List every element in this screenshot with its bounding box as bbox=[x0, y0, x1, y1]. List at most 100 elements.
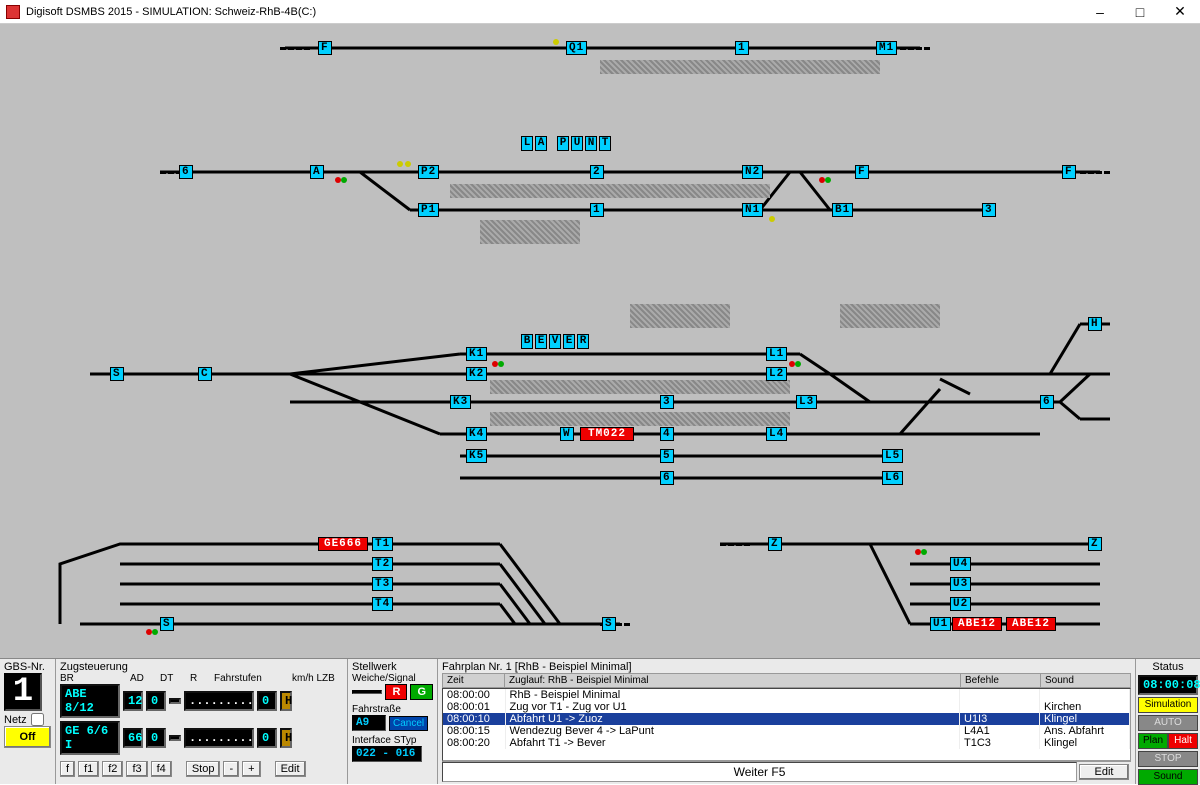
stellwerk-label: Stellwerk bbox=[352, 661, 433, 673]
weiter-button[interactable]: Weiter F5 bbox=[442, 762, 1077, 782]
global-stop-button[interactable]: STOP bbox=[1138, 751, 1198, 767]
timetable-row[interactable]: 08:00:01Zug vor T1 - Zug vor U1Kirchen bbox=[443, 701, 1130, 713]
f3-button[interactable]: f3 bbox=[126, 761, 147, 777]
halt-button[interactable]: Halt bbox=[1168, 733, 1198, 749]
sig-Sb2[interactable]: S bbox=[602, 617, 616, 631]
platform bbox=[480, 220, 580, 244]
sig-N2[interactable]: N2 bbox=[742, 165, 763, 179]
timetable-row[interactable]: 08:00:10Abfahrt U1 -> ZuozU1I3Klingel bbox=[443, 713, 1130, 725]
interface-field[interactable]: 022 - 016 bbox=[352, 746, 422, 762]
sig-3[interactable]: 3 bbox=[982, 203, 996, 217]
sig-4[interactable]: 4 bbox=[660, 427, 674, 441]
off-button[interactable]: Off bbox=[4, 726, 51, 748]
sig-N1[interactable]: N1 bbox=[742, 203, 763, 217]
sig-L1[interactable]: L1 bbox=[766, 347, 787, 361]
sig-K4[interactable]: K4 bbox=[466, 427, 487, 441]
timetable-row[interactable]: 08:00:00RhB - Beispiel Minimal bbox=[443, 689, 1130, 701]
sig-Q1[interactable]: Q1 bbox=[566, 41, 587, 55]
sig-M1[interactable]: M1 bbox=[876, 41, 897, 55]
sound-button[interactable]: Sound bbox=[1138, 769, 1198, 785]
f4-button[interactable]: f4 bbox=[151, 761, 172, 777]
netz-checkbox[interactable] bbox=[31, 713, 44, 726]
sig-U1[interactable]: U1 bbox=[930, 617, 951, 631]
sig-P2[interactable]: P2 bbox=[418, 165, 439, 179]
gbs-number[interactable]: 1 bbox=[4, 673, 42, 711]
sig-K3[interactable]: K3 bbox=[450, 395, 471, 409]
edit-button[interactable]: Edit bbox=[275, 761, 306, 777]
sig-C[interactable]: C bbox=[198, 367, 212, 381]
sig-L5[interactable]: L5 bbox=[882, 449, 903, 463]
tt-edit-button[interactable]: Edit bbox=[1079, 764, 1129, 780]
timetable-row[interactable]: 08:00:20Abfahrt T1 -> BeverT1C3Klingel bbox=[443, 737, 1130, 749]
timetable-body[interactable]: 08:00:00RhB - Beispiel Minimal08:00:01Zu… bbox=[442, 688, 1131, 761]
timetable-title: Fahrplan Nr. 1 [RhB - Beispiel Minimal] bbox=[442, 661, 1131, 673]
sig-U2[interactable]: U2 bbox=[950, 597, 971, 611]
sig-T1[interactable]: T1 bbox=[372, 537, 393, 551]
sig-6c[interactable]: 6 bbox=[1040, 395, 1054, 409]
sig-1[interactable]: 1 bbox=[735, 41, 749, 55]
sig-5[interactable]: 5 bbox=[660, 449, 674, 463]
track-end bbox=[1080, 171, 1110, 174]
platform bbox=[490, 380, 790, 394]
f-button[interactable]: f bbox=[60, 761, 75, 777]
sig-L2[interactable]: L2 bbox=[766, 367, 787, 381]
g-button[interactable]: G bbox=[410, 684, 433, 700]
sig-GE666[interactable]: GE666 bbox=[318, 537, 368, 551]
sig-K1[interactable]: K1 bbox=[466, 347, 487, 361]
cancel-button[interactable]: Cancel bbox=[389, 716, 428, 731]
br-display-1[interactable]: ABE 8/12 bbox=[60, 684, 120, 718]
sig-B1[interactable]: B1 bbox=[832, 203, 853, 217]
sig-Zr[interactable]: Z bbox=[1088, 537, 1102, 551]
track-diagram[interactable]: LAPUNT BEVER F Q1 1 M1 6 A P2 2 N2 F F P… bbox=[0, 24, 1200, 658]
close-button[interactable]: ✕ bbox=[1160, 0, 1200, 24]
sig-Sb[interactable]: S bbox=[160, 617, 174, 631]
sig-K5[interactable]: K5 bbox=[466, 449, 487, 463]
control-panel: GBS-Nr. 1 Netz Off Zugsteuerung BR AD DT… bbox=[0, 658, 1200, 784]
sig-Z[interactable]: Z bbox=[768, 537, 782, 551]
sig-L4[interactable]: L4 bbox=[766, 427, 787, 441]
sig-U3[interactable]: U3 bbox=[950, 577, 971, 591]
br-display-2[interactable]: GE 6/6 I bbox=[60, 721, 120, 755]
f1-button[interactable]: f1 bbox=[78, 761, 99, 777]
minus-button[interactable]: - bbox=[223, 761, 239, 777]
stop-button[interactable]: Stop bbox=[186, 761, 221, 777]
sig-Fr[interactable]: F bbox=[1062, 165, 1076, 179]
sig-H[interactable]: H bbox=[1088, 317, 1102, 331]
platform bbox=[840, 304, 940, 328]
minimize-button[interactable]: – bbox=[1080, 0, 1120, 24]
sig-T4[interactable]: T4 bbox=[372, 597, 393, 611]
window-title: Digisoft DSMBS 2015 - SIMULATION: Schwei… bbox=[26, 6, 1080, 18]
sig-U4[interactable]: U4 bbox=[950, 557, 971, 571]
sig-TM022[interactable]: TM022 bbox=[580, 427, 634, 441]
sig-ABE12b[interactable]: ABE12 bbox=[1006, 617, 1056, 631]
sig-3b[interactable]: 3 bbox=[660, 395, 674, 409]
sig-L3[interactable]: L3 bbox=[796, 395, 817, 409]
sig-2[interactable]: 2 bbox=[590, 165, 604, 179]
sig-T2[interactable]: T2 bbox=[372, 557, 393, 571]
sig-K2[interactable]: K2 bbox=[466, 367, 487, 381]
sig-6[interactable]: 6 bbox=[179, 165, 193, 179]
simulation-button[interactable]: Simulation bbox=[1138, 697, 1198, 713]
sig-F[interactable]: F bbox=[318, 41, 332, 55]
sig-P1[interactable]: P1 bbox=[418, 203, 439, 217]
r-button[interactable]: R bbox=[385, 684, 407, 700]
auto-button[interactable]: AUTO bbox=[1138, 715, 1198, 731]
fs-field[interactable]: A9 bbox=[352, 715, 386, 731]
station-lapunt: LAPUNT bbox=[521, 136, 611, 151]
timetable-row[interactable]: 08:00:15Wendezug Bever 4 -> LaPuntL4A1An… bbox=[443, 725, 1130, 737]
sig-L6[interactable]: L6 bbox=[882, 471, 903, 485]
plan-button[interactable]: Plan bbox=[1138, 733, 1168, 749]
plus-button[interactable]: + bbox=[242, 761, 260, 777]
sig-F2[interactable]: F bbox=[855, 165, 869, 179]
f2-button[interactable]: f2 bbox=[102, 761, 123, 777]
sig-ABE12a[interactable]: ABE12 bbox=[952, 617, 1002, 631]
sig-W[interactable]: W bbox=[560, 427, 574, 441]
timetable: Fahrplan Nr. 1 [RhB - Beispiel Minimal] … bbox=[438, 659, 1136, 784]
station-bever: BEVER bbox=[521, 334, 589, 349]
sig-1b[interactable]: 1 bbox=[590, 203, 604, 217]
maximize-button[interactable]: □ bbox=[1120, 0, 1160, 24]
sig-S[interactable]: S bbox=[110, 367, 124, 381]
sig-6b[interactable]: 6 bbox=[660, 471, 674, 485]
sig-T3[interactable]: T3 bbox=[372, 577, 393, 591]
sig-A[interactable]: A bbox=[310, 165, 324, 179]
